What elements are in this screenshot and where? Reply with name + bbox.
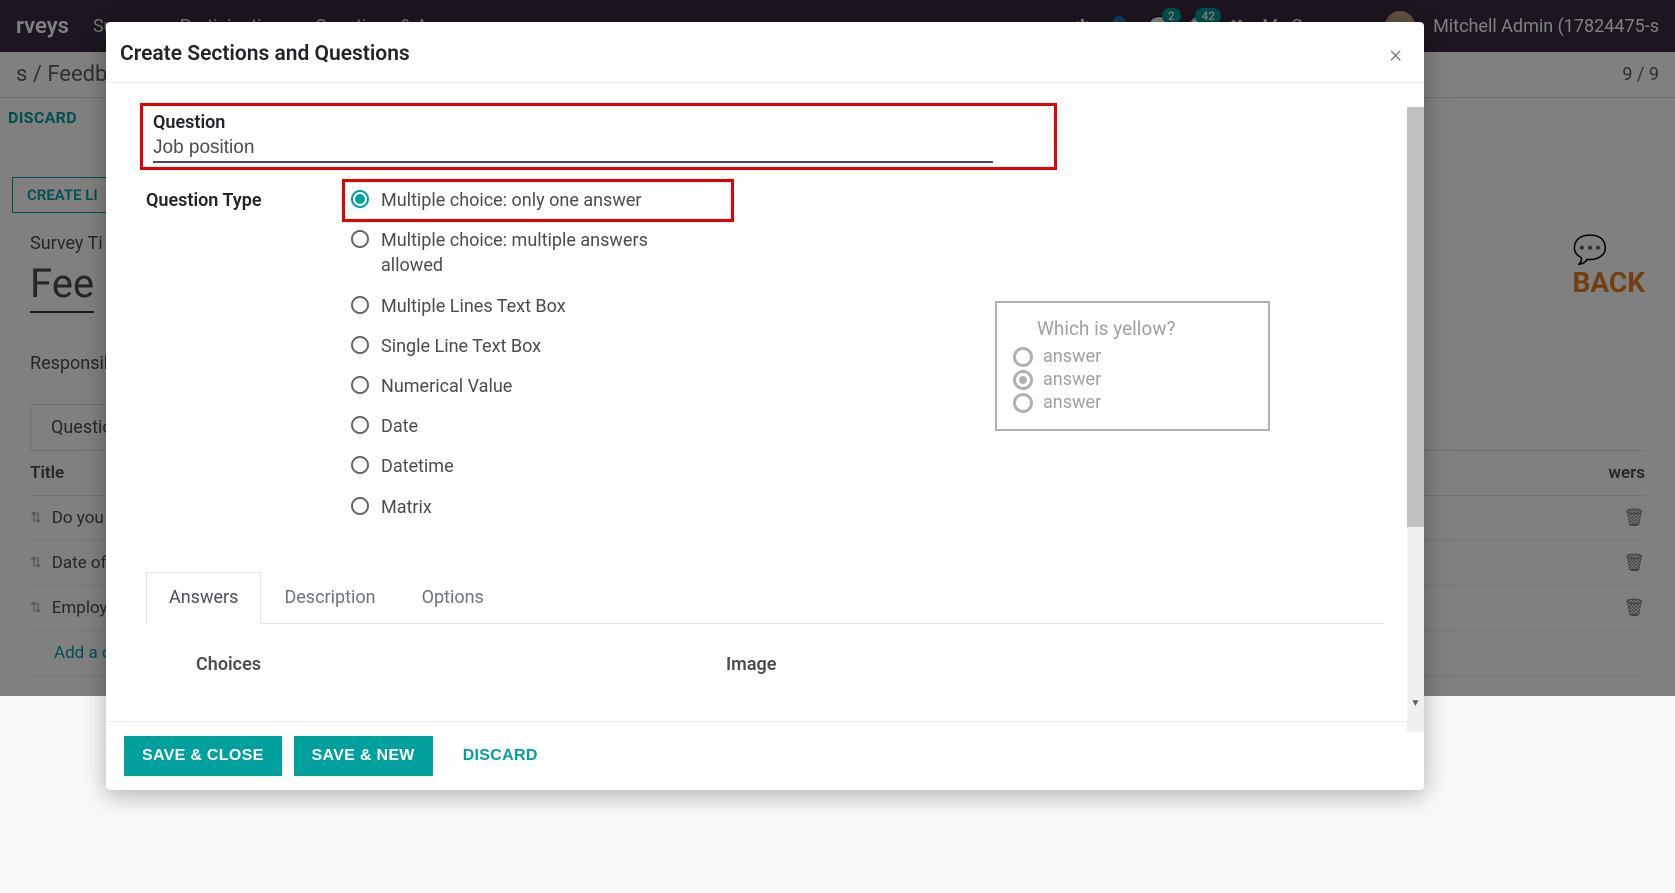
trash-icon[interactable]: 🗑 [1623,598,1645,618]
question-type-singleline[interactable]: Single Line Text Box [351,334,651,359]
th-title: Title [30,463,64,483]
drag-icon[interactable]: ⇅ [30,600,42,616]
question-type-datetime[interactable]: Datetime [351,454,651,479]
preview-option: answer [1013,346,1252,367]
question-type-options: Multiple choice: only one answer Multipl… [351,188,651,520]
modal-body: Question Question Type Multiple choice: … [106,83,1424,721]
trash-icon[interactable]: 🗑 [1623,508,1645,528]
save-new-button[interactable]: SAVE & NEW [294,736,433,776]
th-choices: Choices [196,654,726,675]
modal-header: Create Sections and Questions × [106,22,1424,83]
breadcrumb[interactable]: s / Feedba [16,62,119,87]
trash-icon[interactable]: 🗑 [1623,553,1645,573]
preview-option: answer [1013,369,1252,390]
radio-icon [351,336,369,354]
th-answers: wers [1608,463,1645,483]
tab-description[interactable]: Description [261,572,398,623]
feedback-image: 💬 BACK [1572,233,1645,374]
create-link-button[interactable]: CREATE LI [12,177,113,213]
question-label: Question [153,112,1044,133]
drag-icon[interactable]: ⇅ [30,555,42,571]
radio-icon [1013,347,1033,367]
tab-options[interactable]: Options [399,572,507,623]
record-counter: 9 / 9 [1622,64,1659,85]
survey-title[interactable]: Fee [30,260,94,313]
save-close-button[interactable]: SAVE & CLOSE [124,736,282,776]
radio-icon [351,230,369,248]
radio-icon [1013,370,1033,390]
question-section-highlight: Question [140,103,1057,170]
discard-button[interactable]: DISCARD [8,98,113,137]
radio-icon [351,416,369,434]
question-type-multi-choice[interactable]: Multiple choice: multiple answers allowe… [351,228,651,278]
radio-icon [1013,393,1033,413]
sub-tabs: Answers Description Options [146,572,1384,624]
question-type-single-choice[interactable]: Multiple choice: only one answer [342,179,734,222]
scrollbar-thumb[interactable] [1407,107,1424,527]
question-type-matrix[interactable]: Matrix [351,495,651,520]
scroll-down-icon[interactable]: ▼ [1407,695,1424,712]
question-type-numerical[interactable]: Numerical Value [351,374,651,399]
radio-icon [351,296,369,314]
scrollbar[interactable] [1407,107,1424,732]
app-name: rveys [16,14,69,39]
radio-icon [351,497,369,515]
radio-icon [351,456,369,474]
tab-answers[interactable]: Answers [146,572,261,624]
close-icon[interactable]: × [1389,40,1402,68]
question-type-multiline[interactable]: Multiple Lines Text Box [351,294,651,319]
question-input[interactable] [153,135,993,163]
discard-button[interactable]: DISCARD [445,736,556,776]
answers-section: Choices Image [146,624,1384,675]
preview-option: answer [1013,392,1252,413]
create-question-modal: Create Sections and Questions × Question… [106,22,1424,790]
radio-icon [351,376,369,394]
question-type-date[interactable]: Date [351,414,651,439]
th-image: Image [726,654,776,675]
user-name[interactable]: Mitchell Admin (17824475-s [1433,16,1659,37]
modal-title: Create Sections and Questions [120,42,410,66]
drag-icon[interactable]: ⇅ [30,510,42,526]
modal-footer: SAVE & CLOSE SAVE & NEW DISCARD [106,721,1424,790]
radio-icon [351,190,369,208]
question-type-preview: Which is yellow? answer answer answer [995,301,1270,431]
question-type-label: Question Type [146,188,351,211]
preview-title: Which is yellow? [1037,317,1252,340]
